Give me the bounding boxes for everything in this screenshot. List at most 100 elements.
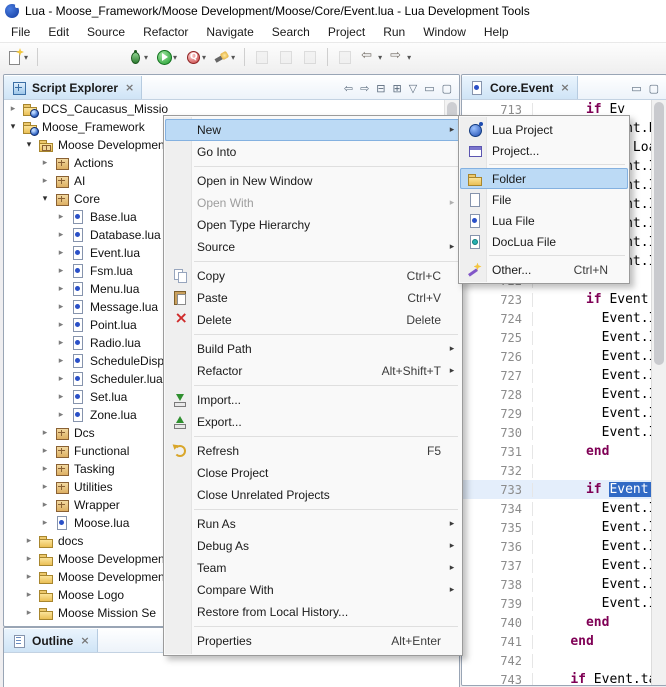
dropdown-caret-icon[interactable]: ▾ [173, 53, 177, 62]
context-menu-item-restore-from-local-history[interactable]: Restore from Local History... [165, 601, 461, 623]
code-line[interactable]: 726 Event.I [462, 347, 652, 366]
code-line[interactable]: 736 Event.I [462, 537, 652, 556]
collapsed-arrow-icon[interactable]: ▸ [24, 590, 34, 600]
collapsed-arrow-icon[interactable]: ▸ [56, 374, 66, 384]
collapsed-arrow-icon[interactable]: ▸ [40, 464, 50, 474]
editor-scrollbar[interactable] [651, 100, 666, 685]
collapsed-arrow-icon[interactable]: ▸ [56, 248, 66, 258]
context-menu-item-compare-with[interactable]: Compare With▸ [165, 579, 461, 601]
expanded-arrow-icon[interactable]: ▾ [40, 194, 50, 204]
code-line[interactable]: 725 Event.I [462, 328, 652, 347]
collapsed-arrow-icon[interactable]: ▸ [56, 392, 66, 402]
collapsed-arrow-icon[interactable]: ▸ [56, 410, 66, 420]
collapsed-arrow-icon[interactable]: ▸ [56, 320, 66, 330]
menu-edit[interactable]: Edit [39, 23, 78, 41]
dropdown-caret-icon[interactable]: ▾ [231, 53, 235, 62]
code-line[interactable]: 733 if Event. [462, 480, 652, 499]
search-button[interactable]: ▾ [211, 48, 238, 66]
collapsed-arrow-icon[interactable]: ▸ [40, 518, 50, 528]
context-menu-item-properties[interactable]: PropertiesAlt+Enter [165, 630, 461, 652]
collapsed-arrow-icon[interactable]: ▸ [24, 536, 34, 546]
collapsed-arrow-icon[interactable]: ▸ [56, 302, 66, 312]
code-line[interactable]: 728 Event.I [462, 385, 652, 404]
code-line[interactable]: 723 if Event. [462, 290, 652, 309]
minimize-icon[interactable]: ▭ [424, 82, 434, 95]
menu-navigate[interactable]: Navigate [197, 23, 262, 41]
collapsed-arrow-icon[interactable]: ▸ [40, 176, 50, 186]
new-submenu-item-doclua-file[interactable]: DocLua File [460, 231, 628, 252]
forward-button[interactable]: ▾ [387, 48, 414, 66]
external-tools-button[interactable]: ▾ [182, 48, 209, 66]
back-icon[interactable]: ⇦ [344, 82, 353, 95]
expanded-arrow-icon[interactable]: ▾ [8, 122, 18, 132]
new-submenu-item-folder[interactable]: Folder [460, 168, 628, 189]
collapsed-arrow-icon[interactable]: ▸ [40, 446, 50, 456]
tab-core-event[interactable]: Core.Event × [462, 76, 578, 99]
context-menu-item-refresh[interactable]: RefreshF5 [165, 440, 461, 462]
tab-outline[interactable]: Outline × [4, 629, 98, 652]
collapsed-arrow-icon[interactable]: ▸ [40, 500, 50, 510]
dropdown-caret-icon[interactable]: ▾ [202, 53, 206, 62]
debug-button[interactable]: ▾ [124, 48, 151, 66]
context-menu-item-run-as[interactable]: Run As▸ [165, 513, 461, 535]
maximize-icon[interactable]: ▢ [649, 82, 659, 95]
collapse-all-icon[interactable]: ⊟ [376, 82, 385, 95]
view-menu-icon[interactable]: ▽ [409, 82, 417, 95]
code-line[interactable]: 734 Event.I [462, 499, 652, 518]
code-line[interactable]: 735 Event.I [462, 518, 652, 537]
menu-refactor[interactable]: Refactor [134, 23, 197, 41]
scrollbar-thumb[interactable] [654, 102, 664, 365]
context-menu-item-import[interactable]: Import... [165, 389, 461, 411]
collapsed-arrow-icon[interactable]: ▸ [56, 356, 66, 366]
menu-help[interactable]: Help [475, 23, 518, 41]
collapsed-arrow-icon[interactable]: ▸ [40, 158, 50, 168]
code-line[interactable]: 740 end [462, 613, 652, 632]
close-icon[interactable]: × [125, 81, 134, 94]
menu-file[interactable]: File [2, 23, 39, 41]
collapsed-arrow-icon[interactable]: ▸ [24, 554, 34, 564]
context-menu-item-debug-as[interactable]: Debug As▸ [165, 535, 461, 557]
collapsed-arrow-icon[interactable]: ▸ [8, 104, 18, 114]
minimize-icon[interactable]: ▭ [631, 82, 641, 95]
context-menu-item-open-type-hierarchy[interactable]: Open Type Hierarchy [165, 214, 461, 236]
close-icon[interactable]: × [560, 81, 569, 94]
collapsed-arrow-icon[interactable]: ▸ [56, 338, 66, 348]
context-menu-item-build-path[interactable]: Build Path▸ [165, 338, 461, 360]
context-menu-item-source[interactable]: Source▸ [165, 236, 461, 258]
link-with-editor-icon[interactable]: ⊞ [393, 82, 402, 95]
code-line[interactable]: 731 end [462, 442, 652, 461]
context-menu-item-open-in-new-window[interactable]: Open in New Window [165, 170, 461, 192]
context-menu-item-team[interactable]: Team▸ [165, 557, 461, 579]
code-line[interactable]: 742 [462, 651, 652, 670]
dropdown-caret-icon[interactable]: ▾ [24, 53, 28, 62]
collapsed-arrow-icon[interactable]: ▸ [40, 428, 50, 438]
context-menu-item-paste[interactable]: PasteCtrl+V [165, 287, 461, 309]
maximize-icon[interactable]: ▢ [442, 82, 452, 95]
back-button[interactable]: ▾ [358, 48, 385, 66]
context-menu-item-new[interactable]: New▸ [165, 119, 461, 141]
context-menu-item-refactor[interactable]: RefactorAlt+Shift+T▸ [165, 360, 461, 382]
expanded-arrow-icon[interactable]: ▾ [24, 140, 34, 150]
collapsed-arrow-icon[interactable]: ▸ [24, 608, 34, 618]
code-line[interactable]: 738 Event.I [462, 575, 652, 594]
code-line[interactable]: 737 Event.I [462, 556, 652, 575]
new-submenu-item-file[interactable]: File [460, 189, 628, 210]
run-button[interactable]: ▾ [153, 48, 180, 66]
context-menu-item-go-into[interactable]: Go Into [165, 141, 461, 163]
menu-window[interactable]: Window [414, 23, 475, 41]
dropdown-caret-icon[interactable]: ▾ [407, 53, 411, 62]
new-submenu-item-other[interactable]: Other...Ctrl+N [460, 259, 628, 280]
collapsed-arrow-icon[interactable]: ▸ [40, 482, 50, 492]
code-line[interactable]: 729 Event.I [462, 404, 652, 423]
code-line[interactable]: 730 Event.I [462, 423, 652, 442]
new-submenu-item-lua-project[interactable]: Lua Project [460, 119, 628, 140]
context-menu-item-close-unrelated-projects[interactable]: Close Unrelated Projects [165, 484, 461, 506]
new-submenu-item-lua-file[interactable]: Lua File [460, 210, 628, 231]
menu-search[interactable]: Search [263, 23, 319, 41]
menu-source[interactable]: Source [78, 23, 134, 41]
code-line[interactable]: 739 Event.I [462, 594, 652, 613]
collapsed-arrow-icon[interactable]: ▸ [56, 212, 66, 222]
dropdown-caret-icon[interactable]: ▾ [378, 53, 382, 62]
code-line[interactable]: 743 if Event.ta [462, 670, 652, 685]
collapsed-arrow-icon[interactable]: ▸ [24, 572, 34, 582]
